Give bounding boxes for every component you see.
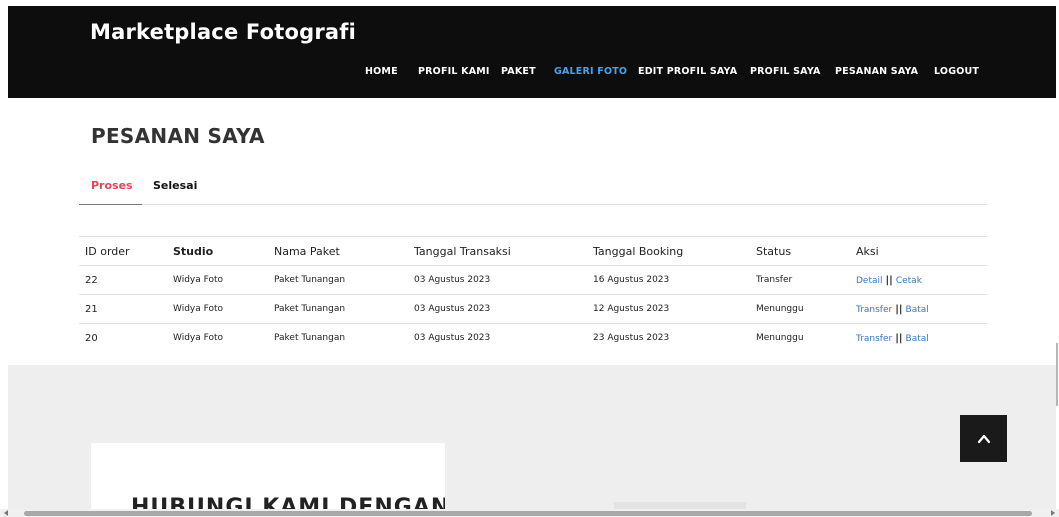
order-actions: Detail || Cetak: [850, 265, 987, 295]
transfer-link[interactable]: Transfer: [856, 334, 892, 344]
order-paket: Paket Tunangan: [268, 265, 408, 295]
col-header-tanggal-booking: Tanggal Booking: [587, 236, 750, 266]
vertical-scrollbar-thumb[interactable]: [1056, 343, 1058, 406]
order-paket: Paket Tunangan: [268, 294, 408, 324]
scroll-to-top-button[interactable]: [960, 415, 1007, 462]
order-actions: Transfer || Batal: [850, 294, 987, 324]
order-status: Menunggu: [750, 323, 850, 353]
order-tanggal-transaksi: 03 Agustus 2023: [408, 323, 587, 353]
action-separator: ||: [895, 303, 903, 315]
tab-selesai[interactable]: Selesai: [153, 179, 197, 192]
order-studio: Widya Foto: [167, 323, 268, 353]
order-id: 20: [79, 323, 167, 353]
batal-link[interactable]: Batal: [906, 305, 929, 315]
order-status: Menunggu: [750, 294, 850, 324]
nav-logout[interactable]: LOGOUT: [934, 66, 979, 77]
table-row: 21 Widya Foto Paket Tunangan 03 Agustus …: [79, 294, 987, 324]
page-title: PESANAN SAYA: [91, 124, 265, 148]
col-header-id-order: ID order: [79, 236, 167, 266]
nav-profil-saya[interactable]: PROFIL SAYA: [750, 66, 821, 77]
contact-card: HUBUNGI KAMI DENGAN: [91, 443, 445, 517]
horizontal-scrollbar[interactable]: [0, 509, 1059, 517]
nav-paket[interactable]: PAKET: [501, 66, 536, 77]
nav-edit-profil-saya[interactable]: EDIT PROFIL SAYA: [638, 66, 737, 77]
col-header-status: Status: [750, 236, 850, 266]
active-tab-indicator: [79, 204, 142, 205]
order-id: 22: [79, 265, 167, 295]
chevron-up-icon: [977, 434, 990, 443]
brand-logo-text[interactable]: Marketplace Fotografi: [90, 20, 356, 44]
order-actions: Transfer || Batal: [850, 323, 987, 353]
nav-home[interactable]: HOME: [365, 66, 398, 77]
order-tanggal-booking: 12 Agustus 2023: [587, 294, 750, 324]
nav-pesanan-saya[interactable]: PESANAN SAYA: [835, 66, 918, 77]
order-studio: Widya Foto: [167, 294, 268, 324]
order-status: Transfer: [750, 265, 850, 295]
col-header-aksi: Aksi: [850, 236, 987, 266]
order-studio: Widya Foto: [167, 265, 268, 295]
col-header-studio: Studio: [167, 236, 268, 266]
action-separator: ||: [895, 332, 903, 344]
order-tanggal-transaksi: 03 Agustus 2023: [408, 294, 587, 324]
table-row: 20 Widya Foto Paket Tunangan 03 Agustus …: [79, 323, 987, 353]
order-tanggal-booking: 16 Agustus 2023: [587, 265, 750, 295]
cetak-link[interactable]: Cetak: [896, 276, 922, 286]
tab-proses[interactable]: Proses: [91, 179, 133, 192]
site-header: Marketplace Fotografi HOME PROFIL KAMI P…: [8, 6, 1056, 98]
order-tanggal-booking: 23 Agustus 2023: [587, 323, 750, 353]
table-row: 22 Widya Foto Paket Tunangan 03 Agustus …: [79, 265, 987, 295]
order-id: 21: [79, 294, 167, 324]
page: Marketplace Fotografi HOME PROFIL KAMI P…: [0, 0, 1059, 517]
orders-table: ID order Studio Nama Paket Tanggal Trans…: [79, 236, 987, 353]
order-paket: Paket Tunangan: [268, 323, 408, 353]
order-tabs: Proses Selesai: [79, 176, 987, 205]
col-header-tanggal-transaksi: Tanggal Transaksi: [408, 236, 587, 266]
col-header-nama-paket: Nama Paket: [268, 236, 408, 266]
horizontal-scrollbar-thumb[interactable]: [24, 511, 1032, 516]
action-separator: ||: [885, 274, 893, 286]
batal-link[interactable]: Batal: [906, 334, 929, 344]
nav-galeri-foto[interactable]: GALERI FOTO: [554, 66, 627, 77]
nav-profil-kami[interactable]: PROFIL KAMI: [418, 66, 490, 77]
scroll-left-arrow-icon[interactable]: [4, 510, 8, 516]
order-tanggal-transaksi: 03 Agustus 2023: [408, 265, 587, 295]
scroll-right-arrow-icon[interactable]: [1051, 510, 1055, 516]
main-nav: HOME PROFIL KAMI PAKET GALERI FOTO EDIT …: [8, 66, 1056, 82]
table-header-row: ID order Studio Nama Paket Tanggal Trans…: [79, 236, 987, 266]
detail-link[interactable]: Detail: [856, 276, 883, 286]
transfer-link[interactable]: Transfer: [856, 305, 892, 315]
